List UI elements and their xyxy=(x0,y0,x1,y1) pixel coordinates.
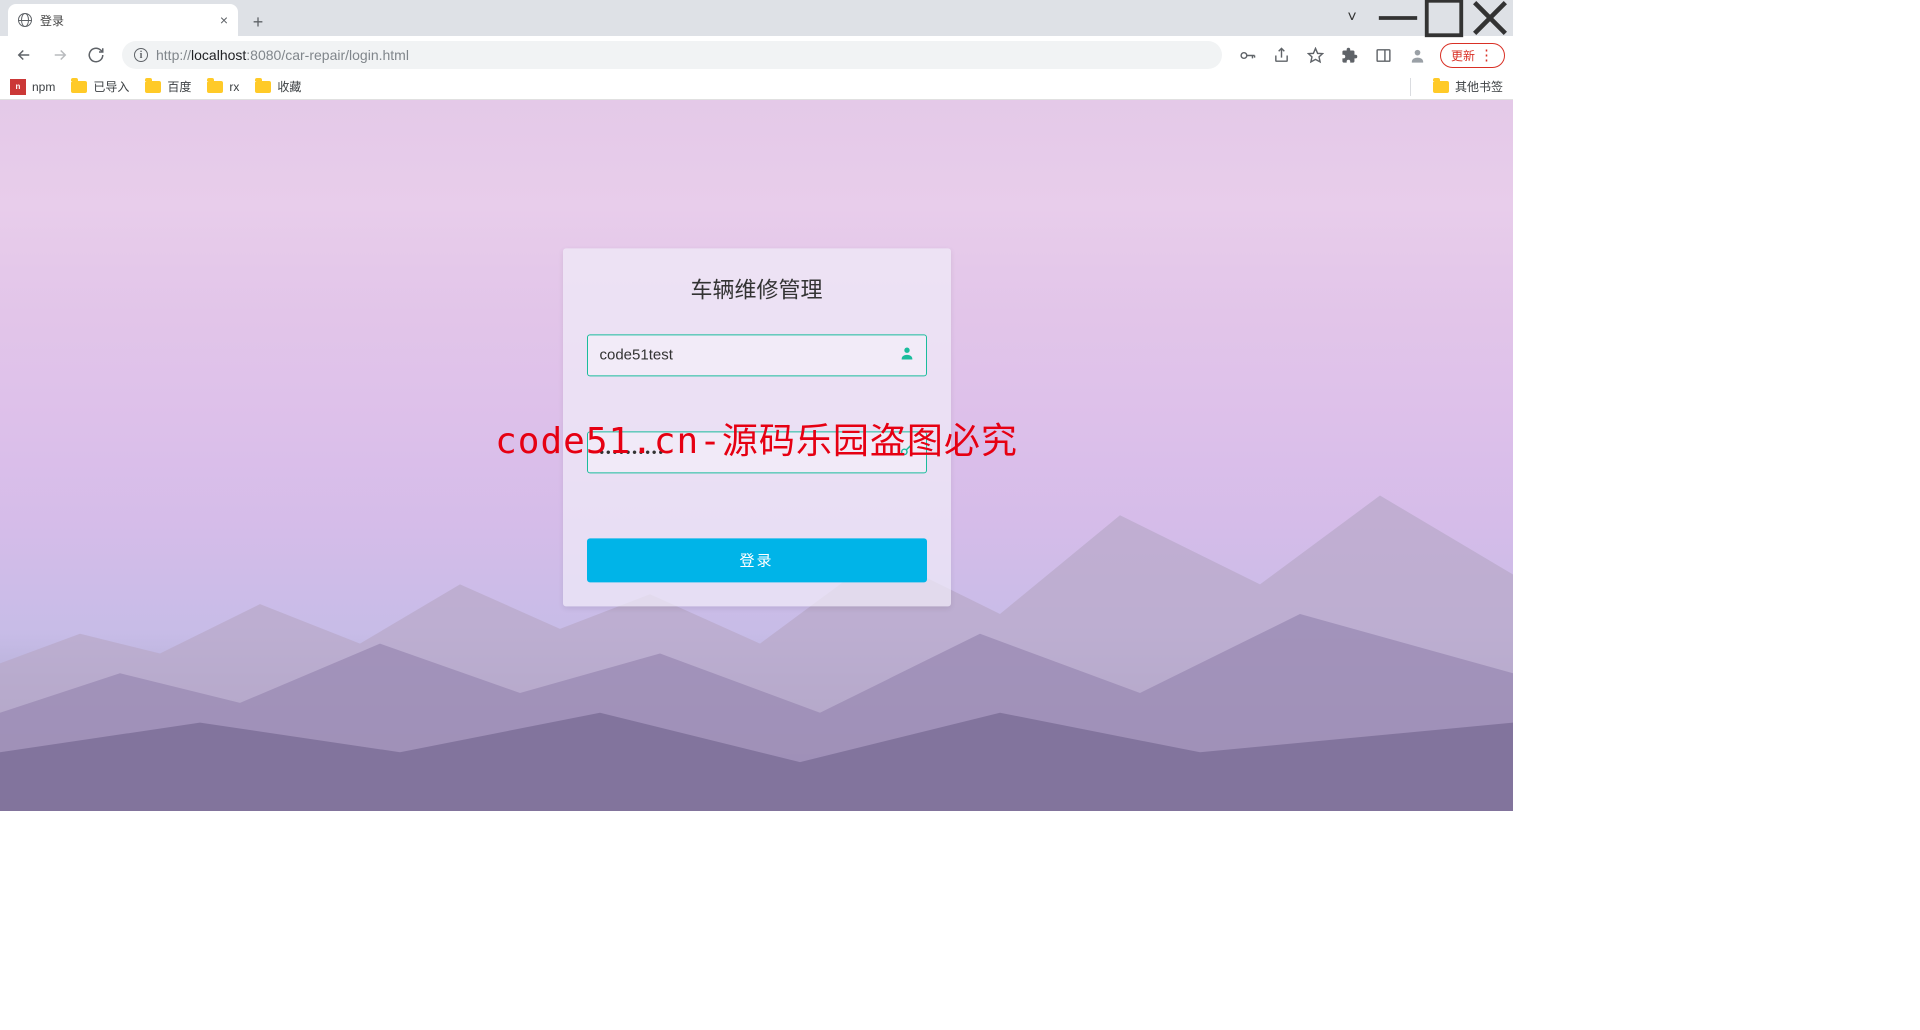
share-icon[interactable] xyxy=(1266,41,1298,69)
login-card: 车辆维修管理 登录 xyxy=(563,248,951,606)
address-right-icons: 更新⋮ xyxy=(1232,41,1505,69)
profile-avatar-icon[interactable] xyxy=(1402,41,1434,69)
login-button[interactable]: 登录 xyxy=(587,538,927,582)
password-key-icon[interactable] xyxy=(1232,41,1264,69)
password-field-wrap xyxy=(587,431,927,473)
window-controls: ˅ xyxy=(1329,0,1513,36)
extensions-icon[interactable] xyxy=(1334,41,1366,69)
password-input[interactable] xyxy=(587,431,927,473)
npm-icon: n xyxy=(10,79,26,95)
bookmark-rx[interactable]: rx xyxy=(207,80,239,94)
page-content: 车辆维修管理 登录 code51.cn-源码乐园盗图必究 xyxy=(0,100,1513,811)
side-panel-icon[interactable] xyxy=(1368,41,1400,69)
url-box[interactable]: i http://localhost:8080/car-repair/login… xyxy=(122,41,1222,69)
bookmark-imported[interactable]: 已导入 xyxy=(71,78,129,95)
new-tab-button[interactable]: + xyxy=(244,8,272,36)
folder-icon xyxy=(207,81,223,93)
bookmark-npm[interactable]: n npm xyxy=(10,79,55,95)
globe-icon xyxy=(18,13,32,27)
tab-close-icon[interactable]: × xyxy=(220,12,228,28)
folder-icon xyxy=(71,81,87,93)
folder-icon xyxy=(1433,81,1449,93)
bookmark-favorites[interactable]: 收藏 xyxy=(255,78,301,95)
url-text: http://localhost:8080/car-repair/login.h… xyxy=(156,47,409,63)
tab-bar: 登录 × + ˅ xyxy=(0,0,1513,36)
site-info-icon[interactable]: i xyxy=(134,48,148,62)
folder-icon xyxy=(255,81,271,93)
window-close-button[interactable] xyxy=(1467,3,1513,33)
browser-tab[interactable]: 登录 × xyxy=(8,4,238,36)
username-input[interactable] xyxy=(587,334,927,376)
window-maximize-button[interactable] xyxy=(1421,3,1467,33)
nav-back-button[interactable] xyxy=(8,40,40,70)
tab-title: 登录 xyxy=(40,12,212,29)
username-field-wrap xyxy=(587,334,927,376)
nav-forward-button[interactable] xyxy=(44,40,76,70)
bookmark-star-icon[interactable] xyxy=(1300,41,1332,69)
bookmarks-bar: n npm 已导入 百度 rx 收藏 其他书签 xyxy=(0,74,1513,100)
tab-dropdown-icon[interactable]: ˅ xyxy=(1329,3,1375,33)
key-icon xyxy=(899,441,915,462)
browser-chrome: 登录 × + ˅ i http: xyxy=(0,0,1513,100)
update-button[interactable]: 更新⋮ xyxy=(1440,43,1505,68)
folder-icon xyxy=(145,81,161,93)
user-icon xyxy=(899,344,915,365)
address-bar: i http://localhost:8080/car-repair/login… xyxy=(0,36,1513,74)
other-bookmarks[interactable]: 其他书签 xyxy=(1433,78,1503,95)
login-title: 车辆维修管理 xyxy=(587,272,927,304)
bookmark-baidu[interactable]: 百度 xyxy=(145,78,191,95)
window-minimize-button[interactable] xyxy=(1375,3,1421,33)
nav-reload-button[interactable] xyxy=(80,40,112,70)
